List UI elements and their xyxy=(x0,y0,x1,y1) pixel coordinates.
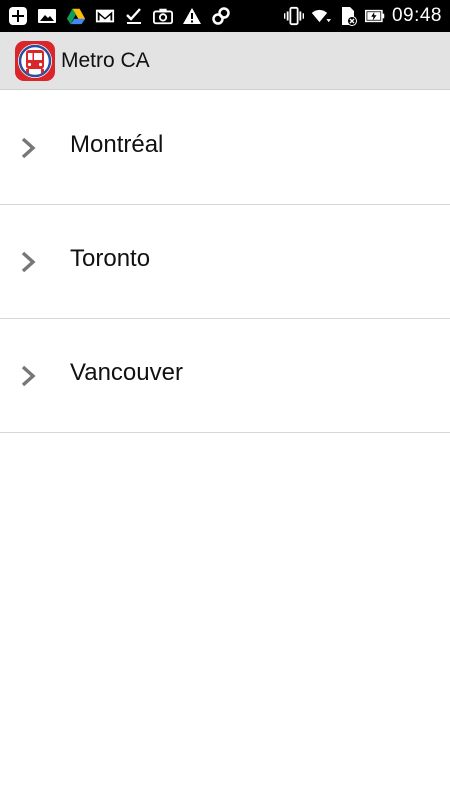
plus-box-icon xyxy=(8,6,28,26)
action-bar: Metro CA xyxy=(0,32,450,90)
app-title: Metro CA xyxy=(61,48,150,72)
clock: 09:48 xyxy=(391,5,442,26)
list-item-label: Vancouver xyxy=(70,359,183,386)
link-icon xyxy=(211,6,231,26)
city-list: Montréal Toronto Vancouver xyxy=(0,91,450,433)
list-item-vancouver[interactable]: Vancouver xyxy=(0,319,450,433)
gmail-icon xyxy=(95,6,115,26)
list-item-label: Montréal xyxy=(70,131,164,158)
list-item-montreal[interactable]: Montréal xyxy=(0,91,450,205)
camera-icon xyxy=(153,6,173,26)
chevron-right-icon xyxy=(18,135,40,161)
drive-icon xyxy=(66,6,86,26)
image-icon xyxy=(37,6,57,26)
notification-icons xyxy=(0,6,231,26)
warning-icon xyxy=(182,6,202,26)
metro-logo-icon[interactable] xyxy=(14,40,56,82)
wifi-icon xyxy=(311,6,331,26)
list-item-toronto[interactable]: Toronto xyxy=(0,205,450,319)
vibrate-icon xyxy=(283,6,304,26)
system-icons: 09:48 xyxy=(283,5,450,27)
chevron-right-icon xyxy=(18,363,40,389)
checkmark-icon xyxy=(124,6,144,26)
sim-off-icon xyxy=(338,6,358,26)
chevron-right-icon xyxy=(18,249,40,275)
list-item-label: Toronto xyxy=(70,245,151,272)
battery-charging-icon xyxy=(364,6,385,26)
status-bar: 09:48 xyxy=(0,0,450,32)
